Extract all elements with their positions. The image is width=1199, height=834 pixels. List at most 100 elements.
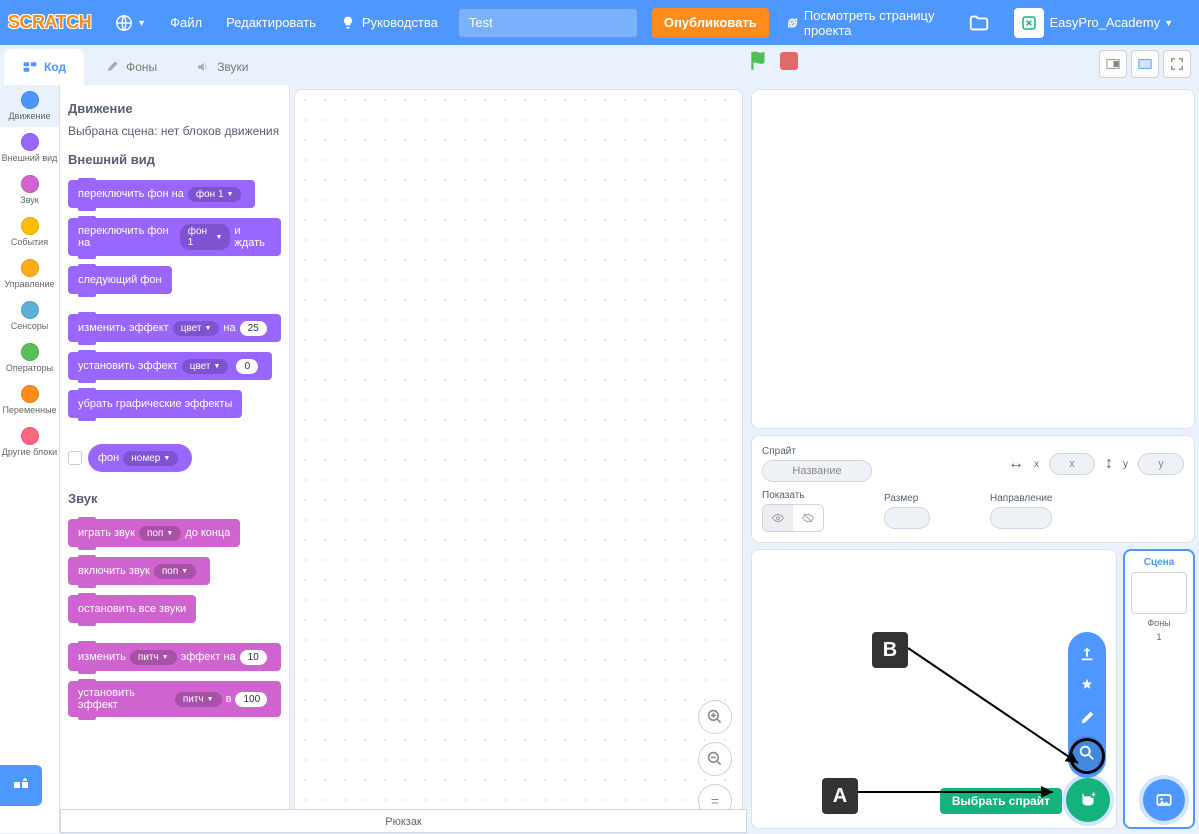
stage[interactable]: [751, 89, 1195, 429]
see-project-page[interactable]: Посмотреть страницу проекта: [775, 0, 962, 45]
show-sprite-button[interactable]: [763, 505, 793, 531]
folder-icon: [968, 12, 990, 34]
size-label: Размер: [884, 493, 930, 504]
mystuff-button[interactable]: [968, 12, 990, 34]
tutorials-menu[interactable]: Руководства: [328, 0, 450, 45]
language-menu[interactable]: ▼: [103, 0, 158, 45]
sprite-info-panel: Спрайт Название ↔ x x ↕ y y Показать: [751, 435, 1195, 543]
category-sensing[interactable]: Сенсоры: [0, 295, 59, 337]
category-operators[interactable]: Операторы: [0, 337, 59, 379]
myblocks-dot: [21, 427, 39, 445]
sprite-size-input[interactable]: [884, 507, 930, 529]
search-icon: [1078, 744, 1096, 762]
file-menu[interactable]: Файл: [158, 0, 214, 45]
block-backdrop-reporter[interactable]: фон номер▼: [88, 444, 192, 472]
block-change-effect[interactable]: изменить эффект цвет▼ на 25: [68, 314, 281, 342]
backpack-bar[interactable]: Рюкзак: [60, 809, 747, 833]
upload-sprite-button[interactable]: [1069, 638, 1105, 670]
brush-icon: [104, 59, 120, 75]
events-dot: [21, 217, 39, 235]
menubar: SCRATCH ▼ Файл Редактировать Руководства…: [0, 0, 1199, 45]
code-icon: [22, 59, 38, 75]
block-set-effect[interactable]: установить эффект цвет▼ 0: [68, 352, 272, 380]
block-categories: Движение Внешний вид Звук События Управл…: [0, 85, 60, 833]
stage-label: Сцена: [1144, 557, 1175, 568]
motion-empty-msg: Выбрана сцена: нет блоков движения: [68, 124, 281, 138]
zoom-out-button[interactable]: [698, 742, 732, 776]
category-events[interactable]: События: [0, 211, 59, 253]
sprite-x-input[interactable]: x: [1049, 453, 1095, 475]
surprise-icon: [1078, 677, 1096, 695]
sound-heading: Звук: [68, 491, 281, 506]
sprite-list[interactable]: Выбрать спрайт A B: [751, 549, 1117, 829]
backdrops-label: Фоны: [1147, 618, 1170, 628]
sound-icon: [195, 59, 211, 75]
block-switch-backdrop-wait[interactable]: переключить фон на фон 1▼ и ждать: [68, 218, 281, 256]
visibility-toggle[interactable]: [762, 504, 824, 532]
variables-dot: [21, 385, 39, 403]
block-stop-sounds[interactable]: остановить все звуки: [68, 595, 196, 623]
large-stage-button[interactable]: [1131, 50, 1159, 78]
workspace-zoom-controls: =: [698, 700, 732, 818]
category-motion[interactable]: Движение: [0, 85, 59, 127]
block-start-sound[interactable]: включить звук поп▼: [68, 557, 210, 585]
block-set-pitch[interactable]: установить эффект питч▼ в 100: [68, 681, 281, 717]
category-looks[interactable]: Внешний вид: [0, 127, 59, 169]
x-label: x: [1034, 459, 1039, 470]
sprite-name-input[interactable]: Название: [762, 460, 872, 482]
block-change-pitch[interactable]: изменить питч▼ эффект на 10: [68, 643, 281, 671]
account-menu[interactable]: EasyPro_Academy ▼: [1002, 0, 1185, 45]
y-label: y: [1123, 459, 1128, 470]
add-sprite-menu: [1068, 632, 1106, 778]
looks-dot: [21, 133, 39, 151]
control-dot: [21, 259, 39, 277]
reporter-checkbox[interactable]: [68, 451, 82, 465]
hide-sprite-button[interactable]: [793, 505, 823, 531]
stop-button[interactable]: [780, 52, 798, 70]
tabs: Код Фоны Звуки: [0, 45, 1199, 85]
small-stage-button[interactable]: [1099, 50, 1127, 78]
zoom-in-button[interactable]: [698, 700, 732, 734]
edit-menu[interactable]: Редактировать: [214, 0, 328, 45]
choose-sprite-tooltip: Выбрать спрайт: [940, 788, 1062, 814]
green-flag-button[interactable]: [748, 50, 770, 72]
tab-sounds[interactable]: Звуки: [177, 49, 266, 85]
eye-icon: [771, 511, 785, 525]
search-sprite-button[interactable]: [1070, 736, 1104, 770]
upload-icon: [1078, 645, 1096, 663]
stage-header-controls: [748, 50, 798, 72]
scratch-logo[interactable]: SCRATCH: [8, 12, 91, 33]
tab-costumes[interactable]: Фоны: [86, 49, 175, 85]
zoom-in-icon: [707, 709, 723, 725]
block-switch-backdrop[interactable]: переключить фон на фон 1▼: [68, 180, 255, 208]
motion-dot: [21, 91, 39, 109]
block-next-backdrop[interactable]: следующий фон: [68, 266, 172, 294]
looks-heading: Внешний вид: [68, 152, 281, 167]
fullscreen-button[interactable]: [1163, 50, 1191, 78]
sensing-dot: [21, 301, 39, 319]
add-sprite-button[interactable]: [1066, 778, 1110, 822]
category-control[interactable]: Управление: [0, 253, 59, 295]
sprite-y-input[interactable]: y: [1138, 453, 1184, 475]
add-backdrop-button[interactable]: [1143, 779, 1185, 821]
tab-code[interactable]: Код: [4, 49, 84, 85]
paint-sprite-button[interactable]: [1069, 702, 1105, 734]
block-play-until-done[interactable]: играть звук поп▼ до конца: [68, 519, 240, 547]
eye-off-icon: [801, 511, 815, 525]
category-variables[interactable]: Переменные: [0, 379, 59, 421]
motion-heading: Движение: [68, 101, 281, 116]
sprite-direction-input[interactable]: [990, 507, 1052, 529]
project-title-input[interactable]: [458, 8, 638, 38]
share-button[interactable]: Опубликовать: [652, 8, 769, 38]
category-myblocks[interactable]: Другие блоки: [0, 421, 59, 463]
category-sound[interactable]: Звук: [0, 169, 59, 211]
zoom-out-icon: [707, 751, 723, 767]
add-extension-button[interactable]: [0, 764, 42, 806]
chevron-down-icon: ▼: [1164, 18, 1173, 28]
script-workspace[interactable]: =: [294, 89, 743, 829]
block-palette[interactable]: Движение Выбрана сцена: нет блоков движе…: [60, 85, 290, 833]
block-clear-effects[interactable]: убрать графические эффекты: [68, 390, 242, 418]
image-icon: [1154, 790, 1174, 810]
surprise-sprite-button[interactable]: [1069, 670, 1105, 702]
globe-icon: [115, 14, 133, 32]
